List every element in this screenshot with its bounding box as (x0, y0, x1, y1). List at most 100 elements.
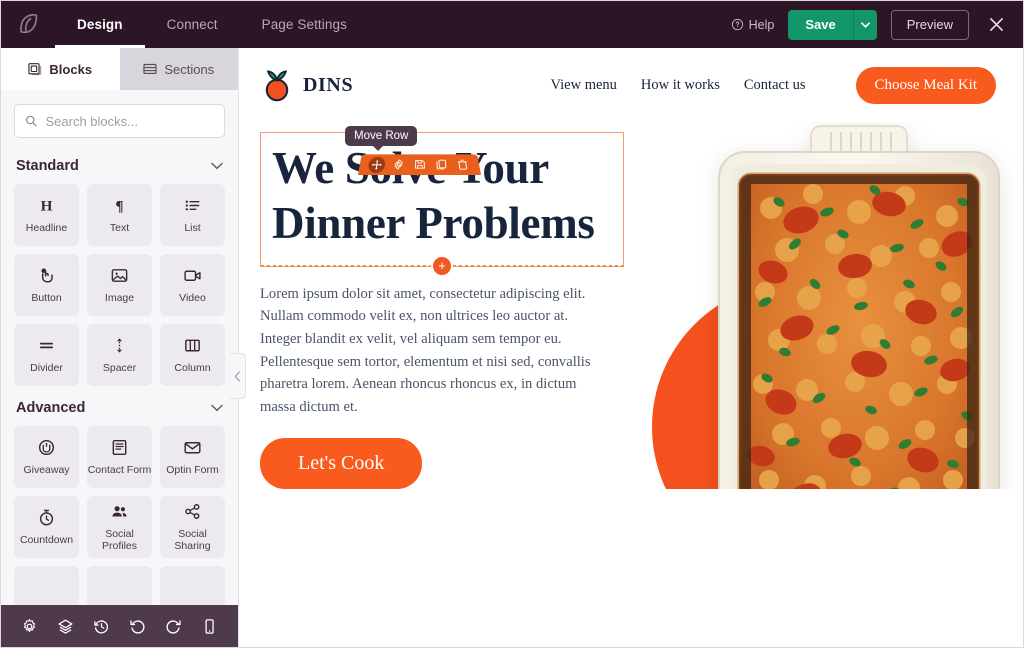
standard-blocks-grid: H Headline ¶ Text List Button Image Vide… (14, 184, 225, 386)
sidebar-tab-sections[interactable]: Sections (119, 48, 238, 90)
group-header-advanced[interactable]: Advanced (14, 386, 225, 426)
row-settings-button[interactable] (389, 157, 407, 173)
chevron-down-icon (860, 21, 870, 28)
block-tile-column[interactable]: Column (160, 324, 225, 386)
move-arrows-icon (371, 159, 383, 169)
settings-button[interactable] (16, 613, 42, 639)
lets-cook-button[interactable]: Let's Cook (260, 438, 423, 490)
tab-page-settings-label: Page Settings (261, 17, 347, 32)
tab-connect[interactable]: Connect (145, 1, 240, 48)
sections-icon (143, 63, 157, 75)
block-tile-divider[interactable]: Divider (14, 324, 79, 386)
save-button[interactable]: Save (788, 9, 853, 40)
button-pointer-icon (41, 268, 53, 283)
block-label: Social Sharing (174, 528, 211, 552)
preview-button[interactable]: Preview (890, 9, 969, 40)
group-header-standard[interactable]: Standard (14, 144, 225, 184)
casserole-dish-illustration (718, 125, 1000, 490)
block-tile-partial-2[interactable] (87, 566, 152, 605)
save-button-group: Save (788, 9, 877, 40)
mobile-icon (205, 618, 215, 634)
device-preview-button[interactable] (197, 613, 223, 639)
paragraph-icon: ¶ (115, 198, 123, 215)
undo-button[interactable] (125, 613, 151, 639)
block-label: Divider (30, 362, 63, 374)
block-tile-image[interactable]: Image (87, 254, 152, 316)
blocks-sidebar: Blocks Sections Search blocks... Standar… (1, 48, 246, 647)
nav-link-view-menu[interactable]: View menu (551, 77, 617, 94)
add-block-button[interactable]: + (431, 254, 453, 277)
block-label: Headline (25, 222, 68, 234)
image-icon (111, 269, 128, 282)
site-brand[interactable]: DINS (260, 67, 353, 103)
sidebar-tab-blocks[interactable]: Blocks (1, 48, 120, 90)
search-input[interactable] (45, 113, 214, 129)
hero-section: Move Row We Your Dinner Problems + Lorem… (239, 122, 1023, 490)
nav-link-how-it-works[interactable]: How it works (641, 77, 720, 94)
search-box[interactable] (14, 104, 225, 138)
nav-link-contact-us[interactable]: Contact us (744, 77, 806, 94)
app-body: Blocks Sections Search blocks... Standar… (1, 48, 1023, 647)
chevron-left-icon (234, 370, 240, 382)
list-icon (185, 200, 200, 211)
block-tile-spacer[interactable]: Spacer (87, 324, 152, 386)
redo-icon (166, 619, 181, 634)
save-icon (414, 159, 426, 170)
preview-label: Preview (906, 17, 953, 32)
block-tile-contact-form[interactable]: Contact Form (87, 426, 152, 488)
layers-icon (58, 619, 73, 634)
delete-row-button[interactable] (453, 157, 472, 173)
save-row-button[interactable] (411, 157, 428, 173)
block-tile-list[interactable]: List (160, 184, 225, 246)
move-row-button[interactable] (367, 156, 386, 173)
question-circle-icon (731, 18, 743, 31)
spacer-icon (117, 338, 122, 353)
top-bar-actions: Help Save Preview (731, 1, 1023, 48)
blocks-icon (28, 63, 42, 76)
choose-meal-kit-button[interactable]: Choose Meal Kit (855, 66, 996, 104)
help-label: Help (748, 17, 775, 32)
block-tile-social-sharing[interactable]: Social Sharing (160, 496, 225, 558)
site-header: DINS View menu How it works Contact us C… (239, 48, 1023, 122)
leaf-logo-icon (19, 14, 37, 34)
block-tile-video[interactable]: Video (160, 254, 225, 316)
top-bar: Design Connect Page Settings Help Save P… (1, 1, 1023, 48)
block-tile-partial-3[interactable] (160, 566, 225, 605)
block-tile-text[interactable]: ¶ Text (87, 184, 152, 246)
block-tile-optin-form[interactable]: Optin Form (160, 426, 225, 488)
duplicate-icon (435, 159, 447, 170)
trash-icon (456, 159, 469, 170)
block-tile-giveaway[interactable]: Giveaway (14, 426, 79, 488)
svg-text:H: H (41, 198, 53, 215)
block-tile-countdown[interactable]: Countdown (14, 496, 79, 558)
brand-name: DINS (303, 73, 354, 96)
help-button[interactable]: Help (731, 17, 775, 32)
contact-form-icon (112, 439, 127, 456)
sidebar-collapse-handle[interactable] (230, 353, 246, 399)
history-button[interactable] (88, 613, 114, 639)
block-label: Video (179, 292, 206, 304)
site-nav: View menu How it works Contact us Choose… (551, 66, 996, 104)
close-icon (989, 18, 1003, 31)
tab-connect-label: Connect (166, 17, 218, 32)
duplicate-row-button[interactable] (432, 157, 450, 173)
app-logo[interactable] (1, 1, 55, 48)
tab-page-settings[interactable]: Page Settings (240, 1, 369, 48)
save-dropdown-toggle[interactable] (852, 9, 877, 40)
tab-design[interactable]: Design (55, 1, 145, 48)
people-icon (112, 506, 127, 517)
headline-icon: H (41, 198, 53, 215)
block-label: Contact Form (87, 464, 152, 476)
close-button[interactable] (983, 12, 1009, 38)
block-label: Text (109, 222, 130, 234)
layers-button[interactable] (52, 613, 78, 639)
block-tile-partial-1[interactable] (14, 566, 79, 605)
block-label: Countdown (19, 534, 74, 546)
redo-button[interactable] (161, 613, 187, 639)
block-tile-headline[interactable]: H Headline (14, 184, 79, 246)
block-tile-social-profiles[interactable]: Social Profiles (87, 496, 152, 558)
video-icon (184, 270, 201, 281)
block-tile-button[interactable]: Button (14, 254, 79, 316)
sidebar-bottom-toolbar (1, 605, 238, 647)
svg-text:¶: ¶ (115, 198, 123, 215)
